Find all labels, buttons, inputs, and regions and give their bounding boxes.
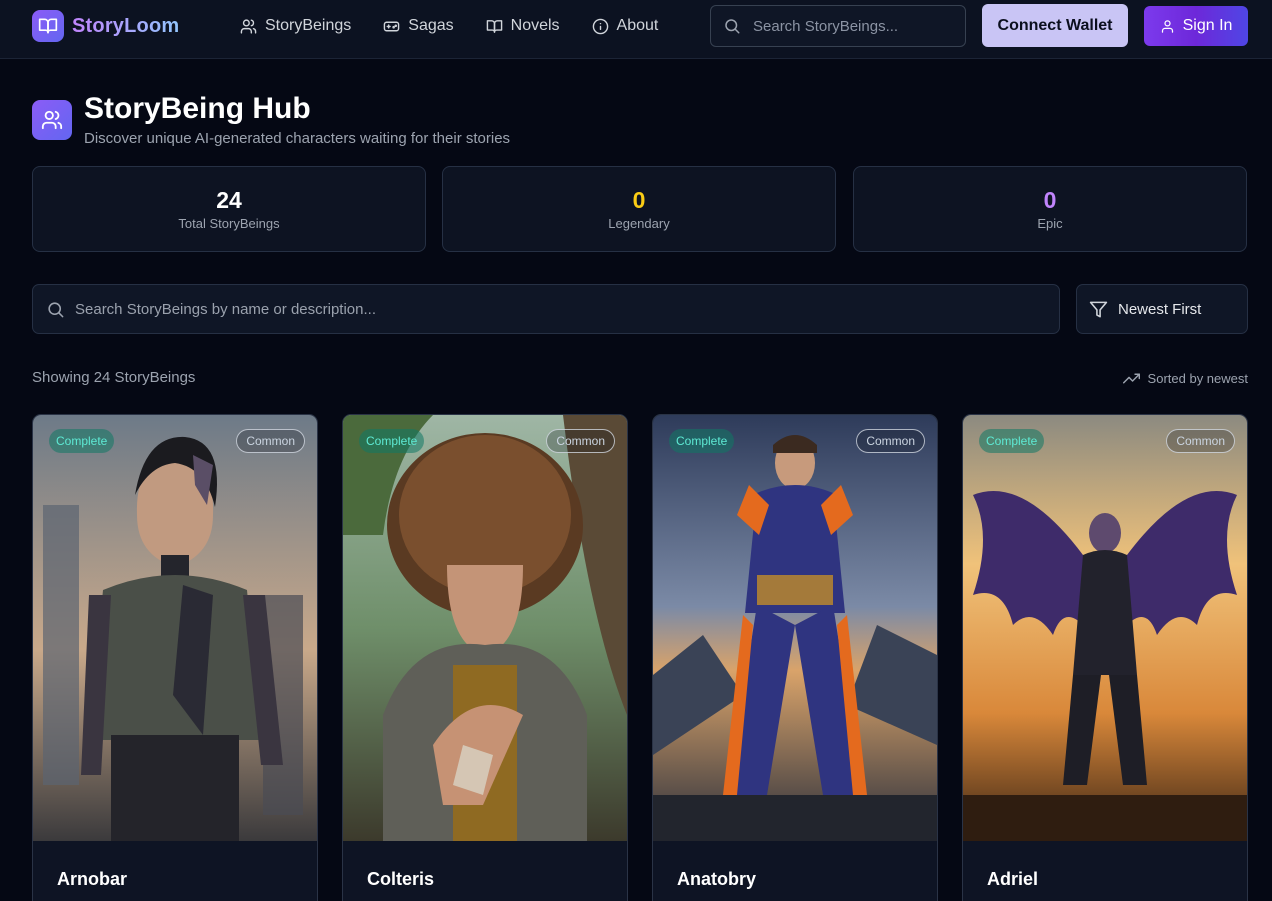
nav-link-label: About: [616, 17, 659, 34]
hub-users-icon: [32, 100, 72, 140]
storybeing-search-box: [32, 284, 1060, 334]
character-name: Arnobar: [57, 869, 128, 889]
sort-selected-value: Newest First: [1118, 300, 1202, 318]
character-portrait: [653, 415, 937, 841]
brand-logo[interactable]: StoryLoom: [32, 10, 179, 42]
nav-link-storybeings[interactable]: StoryBeings: [240, 17, 351, 35]
rarity-badge: Common: [546, 429, 615, 453]
book-open-icon: [486, 19, 502, 33]
status-badge: Complete: [49, 429, 115, 453]
gamepad-icon: [383, 21, 400, 31]
sort-indicator-text: Sorted by newest: [1147, 371, 1248, 386]
stat-label: Epic: [1037, 216, 1063, 231]
nav-link-label: Sagas: [408, 17, 454, 34]
users-icon: [240, 18, 257, 34]
sort-indicator: Sorted by newest: [1122, 370, 1248, 387]
sort-dropdown[interactable]: Newest First: [1076, 284, 1248, 334]
storybeing-card[interactable]: Complete Common Arnobar: [32, 414, 318, 901]
stat-card-legendary: 0 Legendary: [442, 166, 836, 252]
storybeing-card[interactable]: Complete Common Anatobry: [652, 414, 938, 901]
character-portrait: [963, 415, 1247, 841]
nav-link-label: Novels: [510, 17, 560, 34]
stat-label: Total StoryBeings: [178, 216, 280, 231]
nav-link-about[interactable]: About: [592, 17, 659, 35]
nav-link-novels[interactable]: Novels: [486, 17, 560, 35]
page-subtitle: Discover unique AI-generated characters …: [84, 130, 511, 147]
status-badge: Complete: [979, 429, 1045, 453]
character-name: Anatobry: [677, 869, 757, 889]
storybeing-card[interactable]: Complete Common Adriel: [962, 414, 1248, 901]
connect-wallet-button[interactable]: Connect Wallet: [982, 4, 1128, 47]
search-icon: [725, 19, 740, 34]
storybeing-card[interactable]: Complete Common Colteris: [342, 414, 628, 901]
status-badge: Complete: [669, 429, 735, 453]
rarity-badge: Common: [1166, 429, 1235, 453]
top-navbar: StoryLoom StoryBeings Sagas Novels About…: [0, 0, 1272, 59]
character-name: Adriel: [987, 869, 1039, 889]
rarity-badge: Common: [236, 429, 305, 453]
stat-value: 24: [216, 187, 242, 213]
brand-name: StoryLoom: [72, 14, 180, 37]
page-title: StoryBeing Hub: [84, 92, 311, 125]
stat-label: Legendary: [608, 216, 670, 231]
character-name: Colteris: [367, 869, 435, 889]
storybeing-search-input[interactable]: [75, 300, 975, 318]
stat-card-epic: 0 Epic: [853, 166, 1247, 252]
stat-value: 0: [632, 187, 646, 213]
book-logo-icon: [32, 10, 64, 42]
sign-in-label: Sign In: [1182, 17, 1233, 34]
results-count: Showing 24 StoryBeings: [32, 369, 196, 386]
info-icon: [592, 18, 608, 34]
character-portrait: [33, 415, 317, 841]
nav-link-label: StoryBeings: [265, 17, 352, 34]
rarity-badge: Common: [856, 429, 925, 453]
nav-search-input[interactable]: [753, 17, 953, 35]
trending-up-icon: [1122, 373, 1140, 384]
sign-in-button[interactable]: Sign In: [1144, 6, 1248, 46]
filter-icon: [1089, 301, 1108, 317]
nav-search-box: [710, 5, 966, 47]
nav-links: StoryBeings Sagas Novels About: [240, 17, 690, 35]
stat-card-total: 24 Total StoryBeings: [32, 166, 426, 252]
character-portrait: [343, 415, 627, 841]
stat-value: 0: [1043, 187, 1057, 213]
search-icon: [48, 301, 64, 317]
status-badge: Complete: [359, 429, 425, 453]
nav-link-sagas[interactable]: Sagas: [383, 17, 454, 35]
user-icon: [1161, 19, 1173, 33]
